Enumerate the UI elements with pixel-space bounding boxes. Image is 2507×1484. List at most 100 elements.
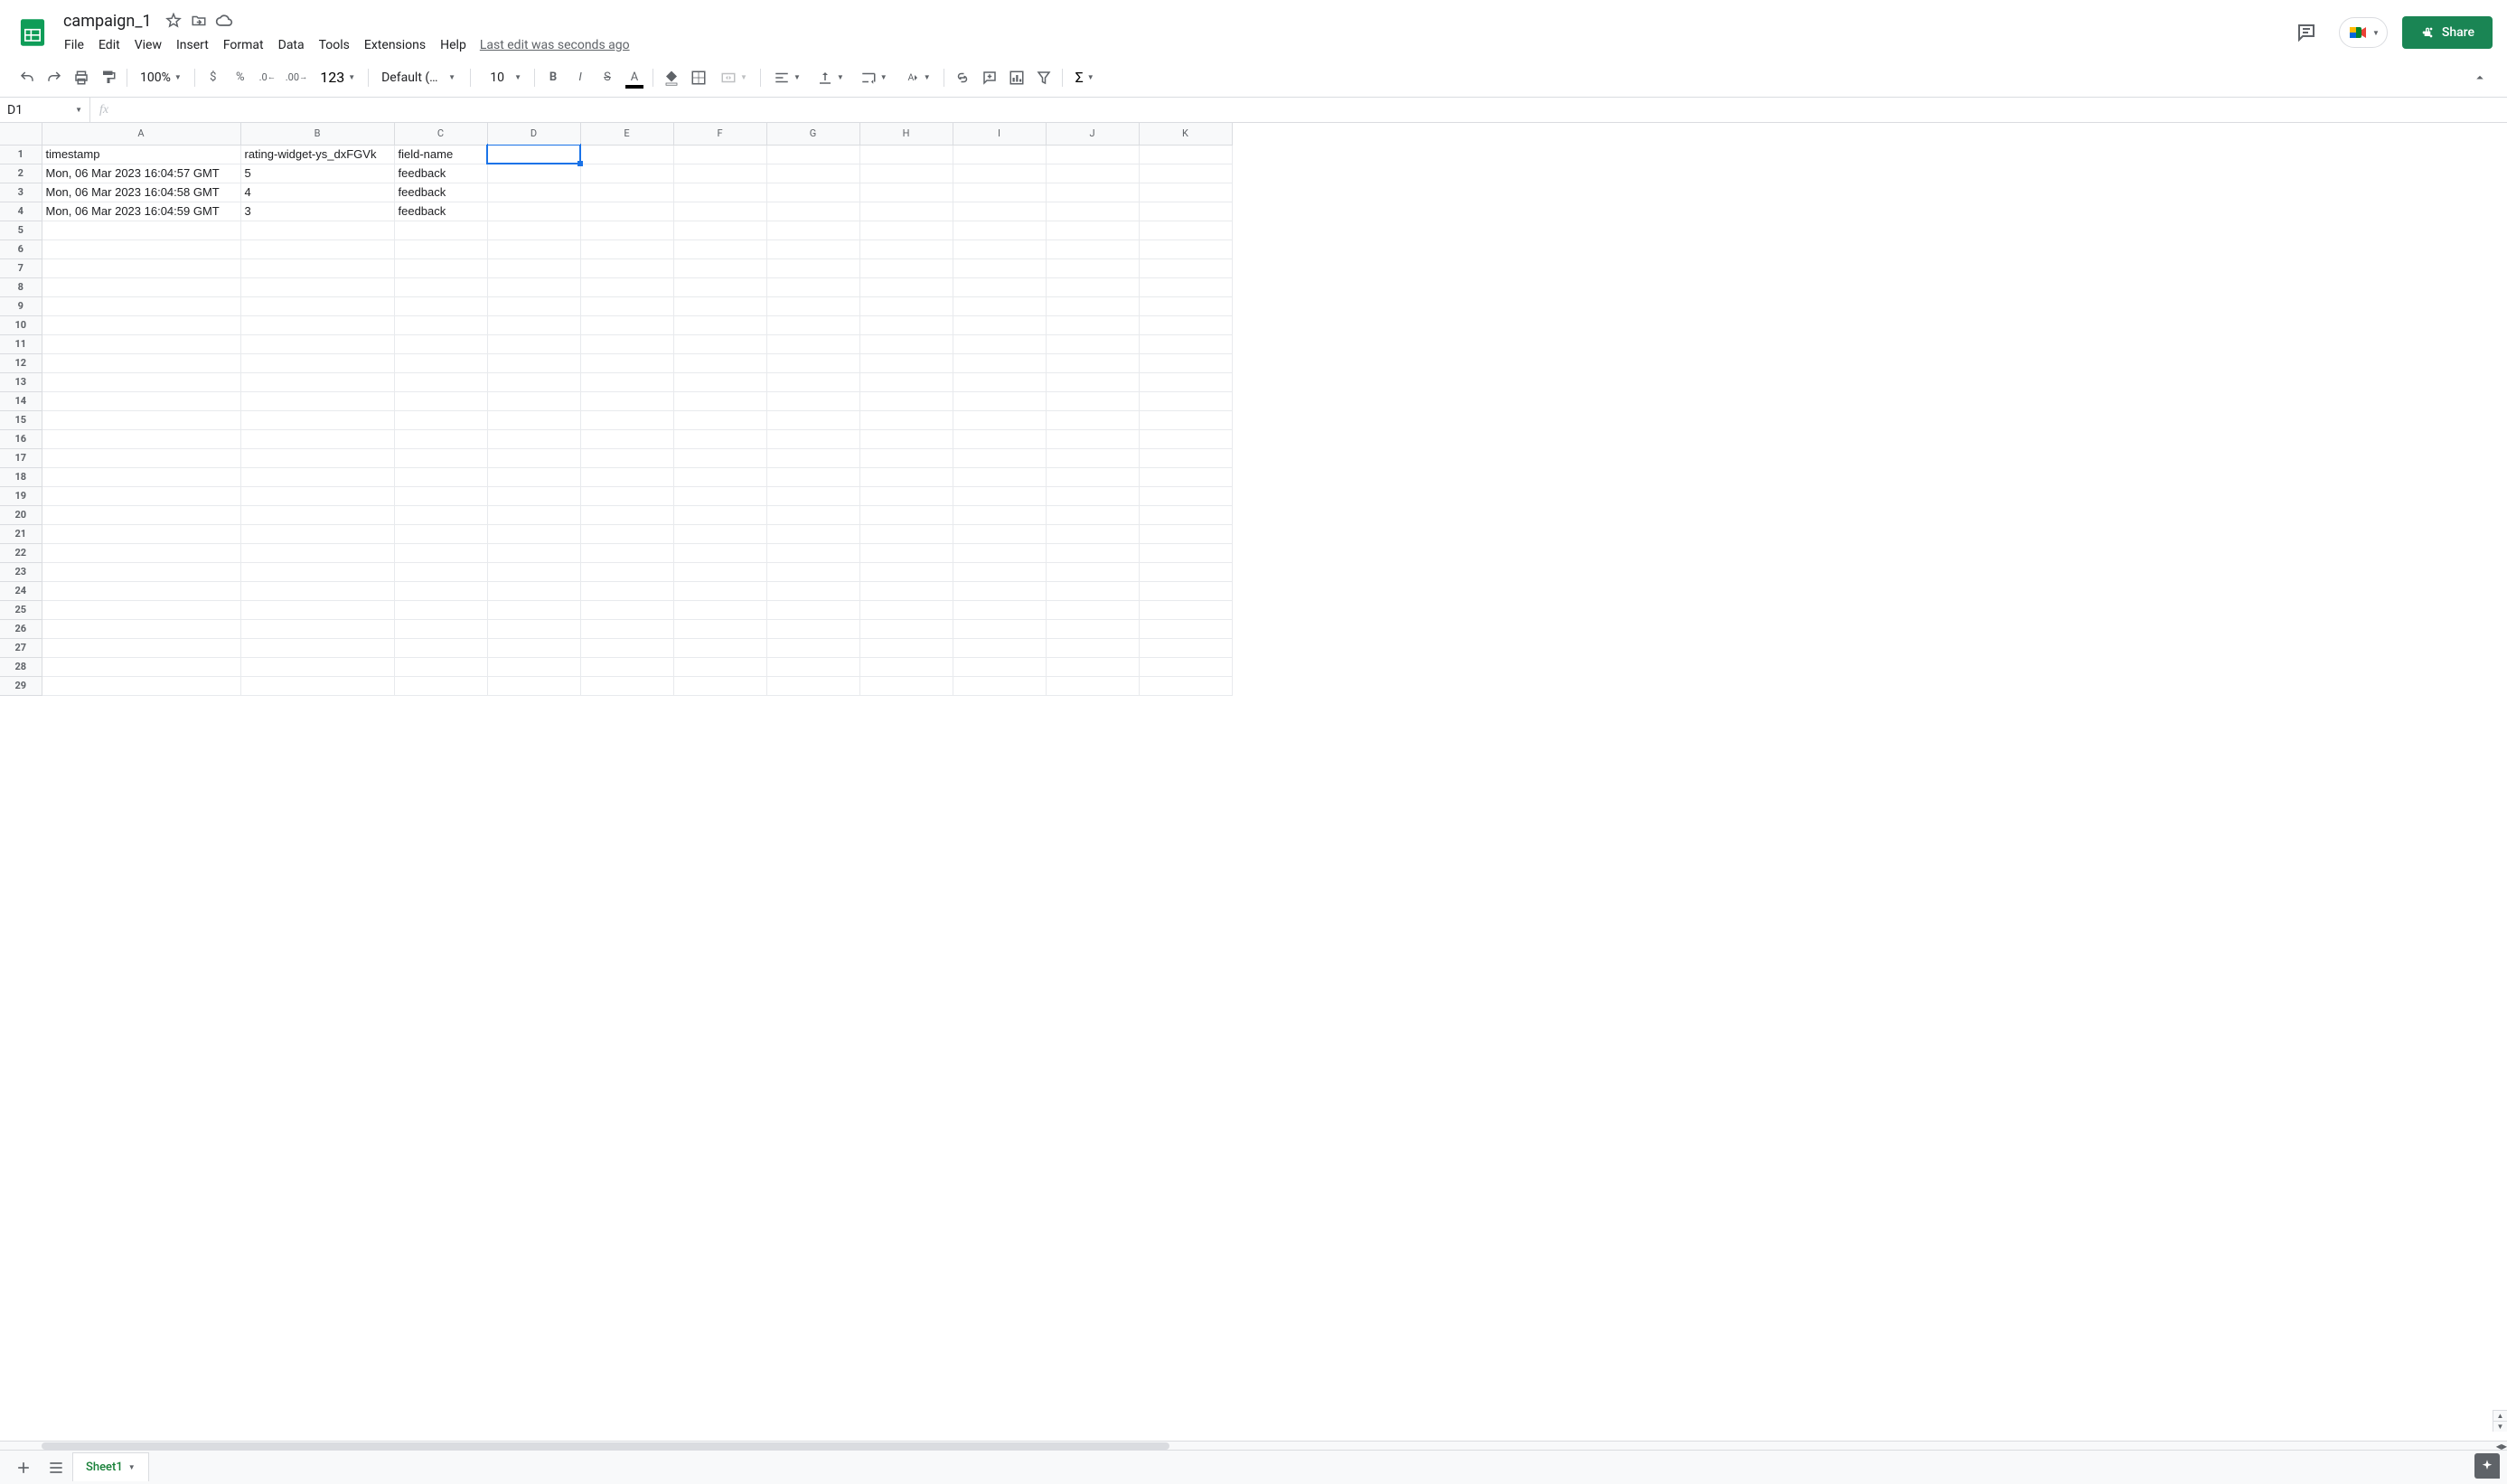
row-header[interactable]: 7 (0, 258, 42, 277)
row-header[interactable]: 26 (0, 619, 42, 638)
cell[interactable] (42, 619, 240, 638)
cell[interactable] (673, 145, 766, 164)
cell[interactable] (766, 334, 859, 353)
cell[interactable] (953, 410, 1046, 429)
cell[interactable] (487, 202, 580, 221)
cell[interactable] (394, 524, 487, 543)
cell[interactable] (394, 372, 487, 391)
cell[interactable]: 5 (240, 164, 394, 183)
cell[interactable] (859, 581, 953, 600)
cell[interactable] (42, 315, 240, 334)
cell[interactable]: feedback (394, 202, 487, 221)
menu-view[interactable]: View (128, 34, 168, 56)
row-header[interactable]: 4 (0, 202, 42, 221)
functions-dropdown[interactable]: Σ▼ (1068, 65, 1102, 90)
cell[interactable] (766, 619, 859, 638)
cell[interactable] (580, 600, 673, 619)
merge-cells-dropdown[interactable]: ▼ (713, 65, 755, 90)
cell[interactable] (673, 657, 766, 676)
cell[interactable] (580, 448, 673, 467)
scroll-up-icon[interactable]: ▲ (2493, 1410, 2507, 1421)
spreadsheet-grid[interactable]: ABCDEFGHIJK1timestamprating-widget-ys_dx… (0, 123, 1233, 696)
cell[interactable] (859, 145, 953, 164)
cell[interactable] (394, 240, 487, 258)
column-header[interactable]: D (487, 123, 580, 145)
cell[interactable] (953, 315, 1046, 334)
cell[interactable] (953, 277, 1046, 296)
cell[interactable] (487, 543, 580, 562)
cell[interactable] (1046, 258, 1139, 277)
cell[interactable] (1139, 429, 1232, 448)
cell[interactable] (673, 258, 766, 277)
cell[interactable] (580, 334, 673, 353)
star-icon[interactable] (164, 12, 183, 30)
cell[interactable] (859, 221, 953, 240)
row-header[interactable]: 25 (0, 600, 42, 619)
cell[interactable] (42, 296, 240, 315)
cell[interactable] (580, 581, 673, 600)
menu-data[interactable]: Data (272, 34, 311, 56)
decrease-decimal-icon[interactable]: .0← (255, 65, 280, 90)
row-header[interactable]: 14 (0, 391, 42, 410)
cell[interactable] (580, 145, 673, 164)
cell[interactable] (1139, 183, 1232, 202)
cell[interactable] (580, 164, 673, 183)
cell[interactable] (673, 353, 766, 372)
cell[interactable] (1046, 562, 1139, 581)
currency-icon[interactable]: $ (201, 65, 226, 90)
cell[interactable] (394, 467, 487, 486)
cell[interactable] (42, 562, 240, 581)
font-size-dropdown[interactable]: 10 ▼ (476, 65, 529, 90)
cell[interactable] (953, 524, 1046, 543)
cell[interactable] (859, 202, 953, 221)
cell[interactable] (859, 164, 953, 183)
column-header[interactable]: G (766, 123, 859, 145)
cell[interactable] (953, 448, 1046, 467)
fill-color-icon[interactable] (659, 65, 684, 90)
cell[interactable] (1046, 448, 1139, 467)
cloud-status-icon[interactable] (215, 12, 233, 30)
cell[interactable] (673, 486, 766, 505)
cell[interactable] (1046, 429, 1139, 448)
cell[interactable] (953, 676, 1046, 695)
cell[interactable] (1139, 258, 1232, 277)
cell[interactable] (673, 505, 766, 524)
cell[interactable] (859, 486, 953, 505)
cell[interactable] (394, 638, 487, 657)
row-header[interactable]: 18 (0, 467, 42, 486)
cell[interactable] (1139, 486, 1232, 505)
cell[interactable] (953, 562, 1046, 581)
cell[interactable] (859, 334, 953, 353)
cell[interactable] (859, 600, 953, 619)
cell[interactable] (580, 202, 673, 221)
cell[interactable]: feedback (394, 164, 487, 183)
cell[interactable] (487, 258, 580, 277)
cell[interactable] (766, 543, 859, 562)
row-header[interactable]: 16 (0, 429, 42, 448)
cell[interactable] (859, 505, 953, 524)
cell[interactable] (766, 505, 859, 524)
cell[interactable] (1139, 296, 1232, 315)
cell[interactable] (673, 467, 766, 486)
cell[interactable] (766, 145, 859, 164)
cell[interactable] (580, 372, 673, 391)
cell[interactable] (953, 657, 1046, 676)
cell[interactable] (487, 183, 580, 202)
column-header[interactable]: A (42, 123, 240, 145)
cell[interactable] (42, 676, 240, 695)
cell[interactable] (42, 429, 240, 448)
cell[interactable] (394, 334, 487, 353)
cell[interactable] (240, 562, 394, 581)
cell[interactable] (42, 467, 240, 486)
cell[interactable] (1139, 164, 1232, 183)
row-header[interactable]: 12 (0, 353, 42, 372)
cell[interactable] (394, 410, 487, 429)
column-header[interactable]: I (953, 123, 1046, 145)
cell[interactable] (953, 145, 1046, 164)
cell[interactable] (1139, 638, 1232, 657)
cell[interactable] (673, 183, 766, 202)
cell[interactable] (1046, 638, 1139, 657)
cell[interactable] (673, 240, 766, 258)
cell[interactable] (42, 410, 240, 429)
increase-decimal-icon[interactable]: .00→ (282, 65, 311, 90)
